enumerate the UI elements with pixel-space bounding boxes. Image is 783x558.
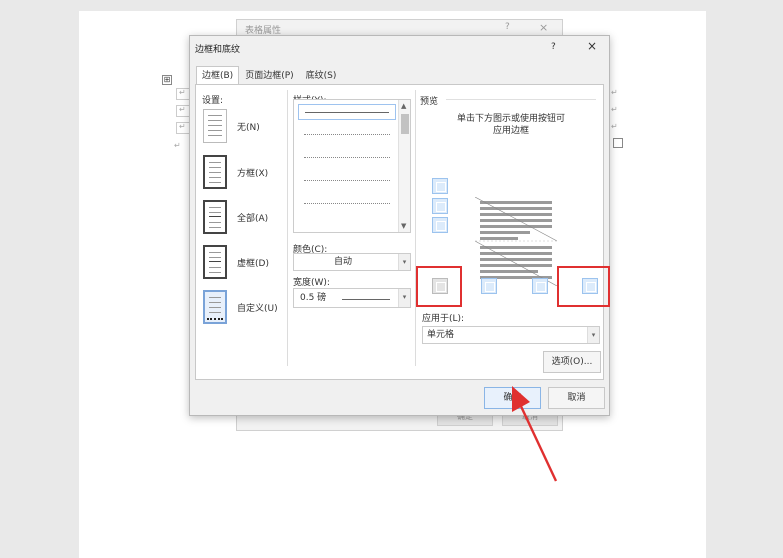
setting-box-label: 方框(X) [237, 168, 269, 179]
paragraph-mark-icon: ↵ [179, 88, 186, 97]
preview-label: 预览 [420, 97, 439, 107]
right-border-button[interactable] [532, 278, 548, 294]
style-list[interactable]: ▲ ▼ [293, 99, 411, 233]
width-select[interactable]: 0.5 磅 ▾ [293, 288, 411, 308]
apply-to-select[interactable]: 单元格 ▾ [422, 326, 600, 344]
color-value: 自动 [334, 257, 353, 267]
paragraph-mark-icon: ↵ [179, 105, 186, 114]
paragraph-mark-icon: ↵ [611, 122, 618, 131]
borders-and-shading-dialog: 边框和底纹 ? × 边框(B) 页面边框(P) 底纹(S) 设置: 无(N) 方… [189, 35, 610, 416]
setting-all[interactable]: 全部(A) [203, 200, 268, 234]
chevron-down-icon: ▾ [587, 327, 599, 343]
divider [415, 90, 416, 366]
preview-diagonal-lines [475, 197, 557, 286]
close-icon[interactable]: × [587, 39, 597, 53]
width-label: 宽度(W): [293, 278, 330, 288]
paragraph-mark-icon: ↵ [611, 105, 618, 114]
help-icon[interactable]: ? [551, 42, 556, 52]
style-scrollbar[interactable]: ▲ ▼ [398, 100, 410, 232]
setting-grid-label: 虚框(D) [237, 258, 269, 269]
apply-to-label: 应用于(L): [422, 314, 465, 324]
preview-hint-line: 应用边框 [492, 126, 529, 136]
preview-hint-line: 单击下方图示或使用按钮可 [456, 114, 565, 124]
setting-box-icon [203, 155, 227, 189]
dialog-title: 边框和底纹 [195, 45, 241, 55]
scroll-thumb[interactable] [401, 114, 409, 134]
divider [446, 99, 596, 100]
close-icon[interactable]: × [539, 21, 548, 34]
tab-page-border[interactable]: 页面边框(P) [239, 66, 299, 85]
paragraph-mark-icon: ↵ [174, 141, 181, 150]
help-icon[interactable]: ? [505, 22, 510, 32]
chevron-down-icon: ▾ [398, 289, 410, 307]
bottom-border-button[interactable] [432, 217, 448, 233]
paragraph-mark-icon: ↵ [179, 122, 186, 131]
table-move-handle-icon[interactable]: ⊞ [162, 75, 172, 85]
color-select[interactable]: 自动 ▾ [293, 253, 411, 271]
setting-custom-icon [203, 290, 227, 324]
setting-none-icon [203, 109, 227, 143]
tab-shading[interactable]: 底纹(S) [300, 66, 343, 85]
red-arrow-icon [512, 386, 558, 482]
width-value: 0.5 磅 [300, 293, 327, 303]
style-item[interactable] [298, 127, 396, 143]
preview-hint: 单击下方图示或使用按钮可 应用边框 [422, 113, 600, 137]
tab-borders[interactable]: 边框(B) [196, 66, 240, 85]
style-item[interactable] [298, 150, 396, 166]
top-border-button[interactable] [432, 178, 448, 194]
style-item[interactable] [298, 104, 396, 120]
setting-custom-label: 自定义(U) [237, 303, 278, 314]
border-preview[interactable] [475, 197, 557, 286]
divider [287, 90, 288, 366]
scroll-up-icon[interactable]: ▲ [401, 102, 406, 110]
setting-grid[interactable]: 虚框(D) [203, 245, 269, 279]
setting-grid-icon [203, 245, 227, 279]
setting-none[interactable]: 无(N) [203, 109, 260, 143]
inside-horizontal-border-button[interactable] [432, 198, 448, 214]
borders-panel: 设置: 无(N) 方框(X) 全部(A) 虚框(D) 自定义(U) ▲ ▼ 颜色… [195, 84, 604, 380]
tab-bar: 边框(B) 页面边框(P) 底纹(S) [196, 66, 342, 85]
paragraph-mark-icon: ↵ [611, 88, 618, 97]
chevron-down-icon: ▾ [398, 254, 410, 270]
table-resize-handle[interactable] [613, 138, 623, 148]
setting-custom[interactable]: 自定义(U) [203, 290, 278, 324]
options-button[interactable]: 选项(O)... [543, 351, 601, 373]
setting-all-icon [203, 200, 227, 234]
apply-to-value: 单元格 [427, 330, 455, 340]
highlight-box [416, 266, 462, 307]
settings-label: 设置: [202, 96, 224, 106]
highlight-box [557, 266, 610, 307]
left-border-button[interactable] [481, 278, 497, 294]
setting-all-label: 全部(A) [237, 213, 269, 224]
style-item[interactable] [298, 173, 396, 189]
style-item[interactable] [298, 196, 396, 212]
setting-none-label: 无(N) [237, 122, 260, 133]
setting-box[interactable]: 方框(X) [203, 155, 268, 189]
scroll-down-icon[interactable]: ▼ [401, 222, 406, 230]
